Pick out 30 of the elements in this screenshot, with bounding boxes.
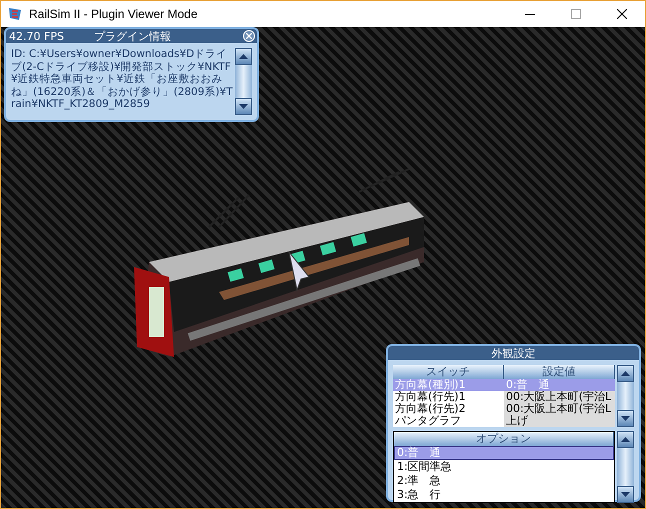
- window-title: RailSim II - Plugin Viewer Mode: [29, 7, 199, 21]
- scrollbar[interactable]: [617, 431, 634, 503]
- scrollbar[interactable]: [617, 365, 634, 427]
- fps-counter: 42.70 FPS: [9, 30, 64, 42]
- scroll-up-button[interactable]: [235, 48, 252, 65]
- scroll-up-button[interactable]: [617, 365, 634, 382]
- app-logo-icon: [7, 6, 23, 22]
- column-header[interactable]: 設定値: [504, 365, 615, 379]
- 3d-viewport[interactable]: [1, 27, 645, 508]
- down-arrow-icon: [621, 492, 630, 497]
- panel-title: プラグイン情報: [94, 28, 171, 44]
- up-arrow-icon: [239, 54, 248, 59]
- down-arrow-icon: [239, 104, 248, 109]
- scroll-down-button[interactable]: [235, 98, 252, 115]
- plugin-path-text: ID: C:¥Users¥owner¥Downloads¥Dドライブ(2-Cドライブ移設)¥開発部ストック¥NKTF¥近鉄特急車両セット¥近鉄「お座敷おおみね」(16220系)＆「おかげ参り」(2809系)¥Train¥NKTF_KT2809_M2859: [11, 48, 233, 112]
- maximize-icon: [571, 9, 581, 19]
- down-arrow-icon: [621, 416, 630, 421]
- panel-title: 外観設定: [492, 346, 536, 360]
- scroll-down-button[interactable]: [617, 486, 634, 503]
- up-arrow-icon: [621, 371, 630, 376]
- column-header[interactable]: オプション: [394, 432, 614, 446]
- scrollbar[interactable]: [235, 48, 252, 115]
- column-header[interactable]: スイッチ: [393, 365, 504, 379]
- close-button[interactable]: [243, 30, 255, 42]
- close-icon: [246, 33, 252, 39]
- scroll-up-button[interactable]: [617, 431, 634, 448]
- switch-value-cell[interactable]: 上げ: [504, 415, 615, 427]
- scroll-down-button[interactable]: [617, 410, 634, 427]
- close-icon: [617, 9, 627, 19]
- up-arrow-icon: [621, 437, 630, 442]
